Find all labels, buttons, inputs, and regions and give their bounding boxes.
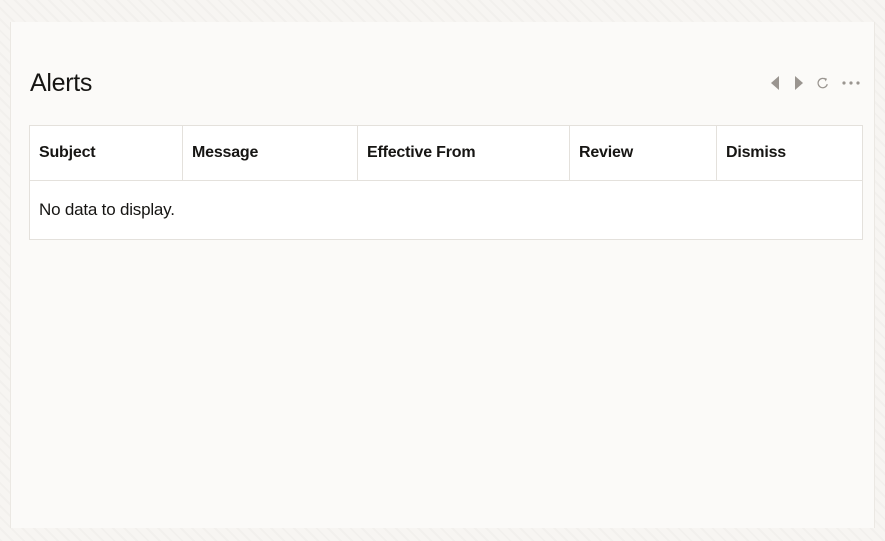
caret-left-icon[interactable]: [768, 71, 782, 95]
panel-title: Alerts: [30, 69, 93, 97]
more-horizontal-icon[interactable]: [840, 71, 862, 95]
column-header-review[interactable]: Review: [569, 125, 717, 181]
column-header-dismiss[interactable]: Dismiss: [716, 125, 863, 181]
column-header-subject[interactable]: Subject: [29, 125, 183, 181]
column-header-message[interactable]: Message: [182, 125, 358, 181]
alerts-panel: Alerts Subject Message Effective From Re…: [10, 22, 875, 528]
column-header-effective-from[interactable]: Effective From: [357, 125, 570, 181]
table-body: No data to display.: [30, 181, 863, 240]
empty-row: No data to display.: [30, 181, 863, 240]
table-header: Subject Message Effective From Review Di…: [29, 125, 863, 181]
caret-right-icon[interactable]: [792, 71, 806, 95]
empty-message: No data to display.: [39, 200, 175, 219]
refresh-icon[interactable]: [816, 71, 830, 95]
panel-header: Alerts: [30, 68, 864, 98]
panel-toolbar: [768, 70, 862, 96]
alerts-table: Subject Message Effective From Review Di…: [29, 125, 863, 240]
header-row: Subject Message Effective From Review Di…: [29, 125, 863, 181]
